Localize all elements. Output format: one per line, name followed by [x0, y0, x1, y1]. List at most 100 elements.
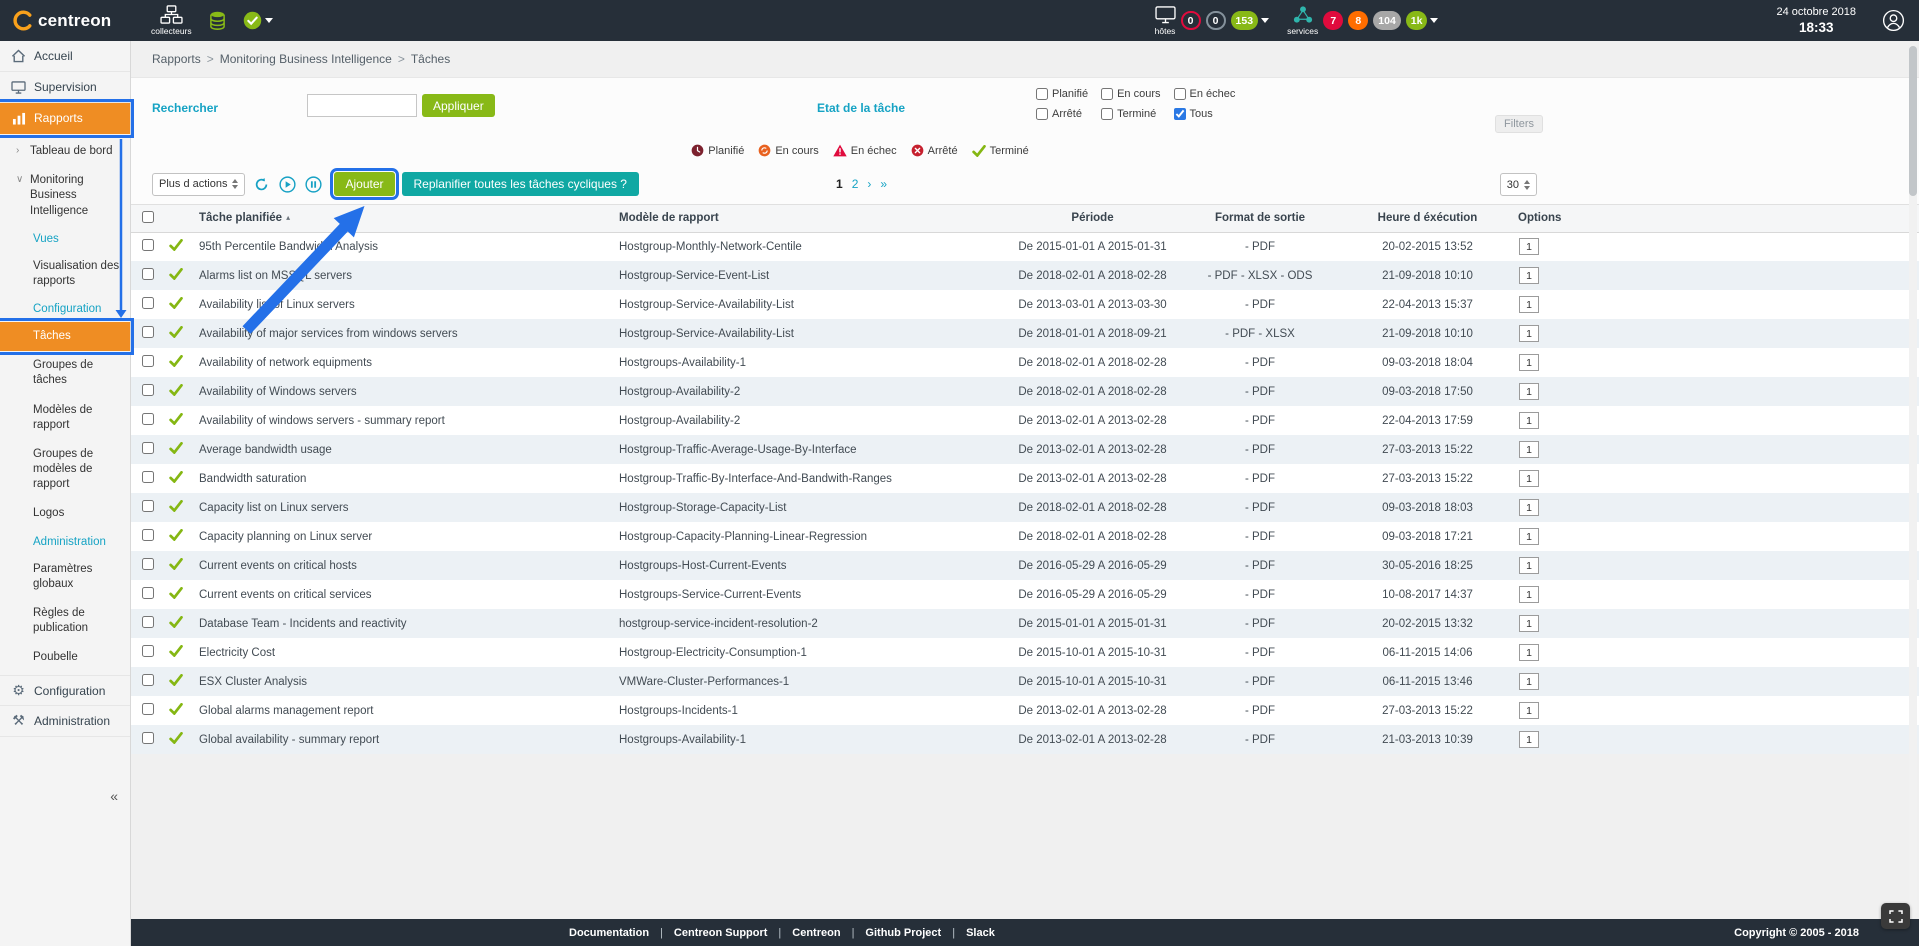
scrollbar-track[interactable] [1909, 44, 1917, 916]
filter-checkbox-en-cours[interactable] [1101, 88, 1113, 100]
filter-option-en-cours[interactable]: En cours [1101, 88, 1160, 100]
services-ok-badge[interactable]: 1k [1406, 11, 1428, 30]
sidebar-item-taches[interactable]: Tâches [0, 322, 130, 351]
platform-status-menu[interactable] [243, 11, 273, 30]
row-checkbox[interactable] [142, 674, 154, 686]
row-checkbox[interactable] [142, 268, 154, 280]
sort-asc-icon[interactable]: ▴ [286, 213, 290, 222]
reschedule-button[interactable]: Replanifier toutes les tâches cycliques … [402, 172, 639, 196]
centreon-logo[interactable]: centreon [0, 10, 131, 31]
footer-link-slack[interactable]: Slack [966, 927, 995, 939]
sidebar-item-poubelle[interactable]: Poubelle [0, 643, 130, 672]
filter-option-arrete[interactable]: Arrêté [1036, 108, 1088, 120]
filter-checkbox-termine[interactable] [1101, 108, 1113, 120]
hosts-up-badge[interactable]: 153 [1231, 11, 1259, 30]
footer-link-github-project[interactable]: Github Project [865, 927, 941, 939]
options-value[interactable]: 1 [1519, 383, 1539, 400]
sidebar-item-rapports[interactable]: Rapports [0, 103, 130, 134]
row-checkbox[interactable] [142, 529, 154, 541]
task-name-link[interactable]: Availability of network equipments [199, 357, 372, 369]
sidebar-item-groupes-de-taches[interactable]: Groupes de tâches [0, 351, 130, 395]
row-checkbox[interactable] [142, 413, 154, 425]
options-value[interactable]: 1 [1519, 412, 1539, 429]
hosts-unreachable-badge[interactable]: 0 [1206, 11, 1226, 30]
column-exec-time[interactable]: Heure d éxécution [1345, 205, 1510, 232]
options-value[interactable]: 1 [1519, 441, 1539, 458]
pause-button[interactable] [304, 175, 323, 194]
column-report-model[interactable]: Modèle de rapport [615, 205, 1010, 232]
sidebar-collapse-button[interactable]: « [110, 788, 118, 804]
scrollbar-thumb[interactable] [1909, 46, 1917, 196]
hosts-down-badge[interactable]: 0 [1181, 11, 1201, 30]
options-value[interactable]: 1 [1519, 731, 1539, 748]
options-value[interactable]: 1 [1519, 644, 1539, 661]
play-button[interactable] [278, 175, 297, 194]
sidebar-item-monitoring-business-intelligence[interactable]: ∨Monitoring Business Intelligence [0, 166, 130, 226]
services-menu[interactable]: services [1287, 5, 1318, 36]
column-period[interactable]: Période [1010, 205, 1175, 232]
filter-checkbox-arrete[interactable] [1036, 108, 1048, 120]
options-value[interactable]: 1 [1519, 615, 1539, 632]
per-page-select[interactable]: 30 [1500, 173, 1537, 196]
services-unknown-badge[interactable]: 104 [1373, 11, 1401, 30]
search-input[interactable] [307, 94, 417, 117]
task-name-link[interactable]: Current events on critical hosts [199, 560, 357, 572]
chevron-down-icon[interactable] [1261, 18, 1269, 23]
sidebar-item-accueil[interactable]: Accueil [0, 41, 130, 72]
row-checkbox[interactable] [142, 500, 154, 512]
task-name-link[interactable]: 95th Percentile Bandwidth Analysis [199, 241, 378, 253]
task-name-link[interactable]: Database Team - Incidents and reactivity [199, 618, 407, 630]
options-value[interactable]: 1 [1519, 528, 1539, 545]
task-name-link[interactable]: Availability of windows servers - summar… [199, 415, 445, 427]
row-checkbox[interactable] [142, 326, 154, 338]
row-checkbox[interactable] [142, 384, 154, 396]
filter-checkbox-en-echec[interactable] [1174, 88, 1186, 100]
row-checkbox[interactable] [142, 587, 154, 599]
row-checkbox[interactable] [142, 703, 154, 715]
user-menu[interactable] [1882, 9, 1905, 32]
task-name-link[interactable]: Average bandwidth usage [199, 444, 332, 456]
more-actions-select[interactable]: Plus d actions [152, 173, 245, 196]
services-critical-badge[interactable]: 7 [1323, 11, 1343, 30]
options-value[interactable]: 1 [1519, 702, 1539, 719]
footer-link-centreon-support[interactable]: Centreon Support [674, 927, 768, 939]
sidebar-item-visualisation-des-rapports[interactable]: Visualisation des rapports [0, 252, 130, 296]
sidebar-section-administration[interactable]: Administration [0, 529, 130, 555]
filter-checkbox-planifie[interactable] [1036, 88, 1048, 100]
task-name-link[interactable]: Availability of major services from wind… [199, 328, 458, 340]
footer-link-centreon[interactable]: Centreon [792, 927, 840, 939]
pollers-menu[interactable]: collecteurs [151, 5, 192, 36]
column-output-format[interactable]: Format de sortie [1175, 205, 1345, 232]
column-task-name[interactable]: Tâche planifiée [199, 212, 282, 224]
page-2[interactable]: 2 [852, 177, 859, 191]
task-name-link[interactable]: Alarms list on MSSQL servers [199, 270, 352, 282]
sidebar-section-vues[interactable]: Vues [0, 226, 130, 252]
breadcrumb-item-taches[interactable]: Tâches [411, 52, 450, 66]
task-name-link[interactable]: ESX Cluster Analysis [199, 676, 307, 688]
options-value[interactable]: 1 [1519, 354, 1539, 371]
page-next[interactable]: › [867, 177, 871, 191]
footer-link-documentation[interactable]: Documentation [569, 927, 649, 939]
page-1[interactable]: 1 [836, 177, 843, 191]
options-value[interactable]: 1 [1519, 499, 1539, 516]
row-checkbox[interactable] [142, 732, 154, 744]
row-checkbox[interactable] [142, 239, 154, 251]
sidebar-item-logos[interactable]: Logos [0, 499, 130, 528]
services-warning-badge[interactable]: 8 [1348, 11, 1368, 30]
refresh-button[interactable] [252, 175, 271, 194]
sidebar-item-tableau-de-bord[interactable]: ›Tableau de bord [0, 137, 130, 166]
sidebar-item-configuration-main[interactable]: ⚙ Configuration [0, 675, 130, 706]
filters-tab[interactable]: Filters [1495, 115, 1543, 133]
options-value[interactable]: 1 [1519, 325, 1539, 342]
sidebar-section-configuration[interactable]: Configuration [0, 296, 130, 322]
chevron-down-icon[interactable] [1430, 18, 1438, 23]
options-value[interactable]: 1 [1519, 673, 1539, 690]
filter-option-planifie[interactable]: Planifié [1036, 88, 1088, 100]
sidebar-item-parametres-globaux[interactable]: Paramètres globaux [0, 555, 130, 599]
sidebar-item-supervision[interactable]: Supervision [0, 72, 130, 103]
apply-button[interactable]: Appliquer [422, 94, 495, 117]
filter-option-tous[interactable]: Tous [1174, 108, 1236, 120]
row-checkbox[interactable] [142, 645, 154, 657]
filter-checkbox-tous[interactable] [1174, 108, 1186, 120]
task-name-link[interactable]: Availability list of Linux servers [199, 299, 355, 311]
